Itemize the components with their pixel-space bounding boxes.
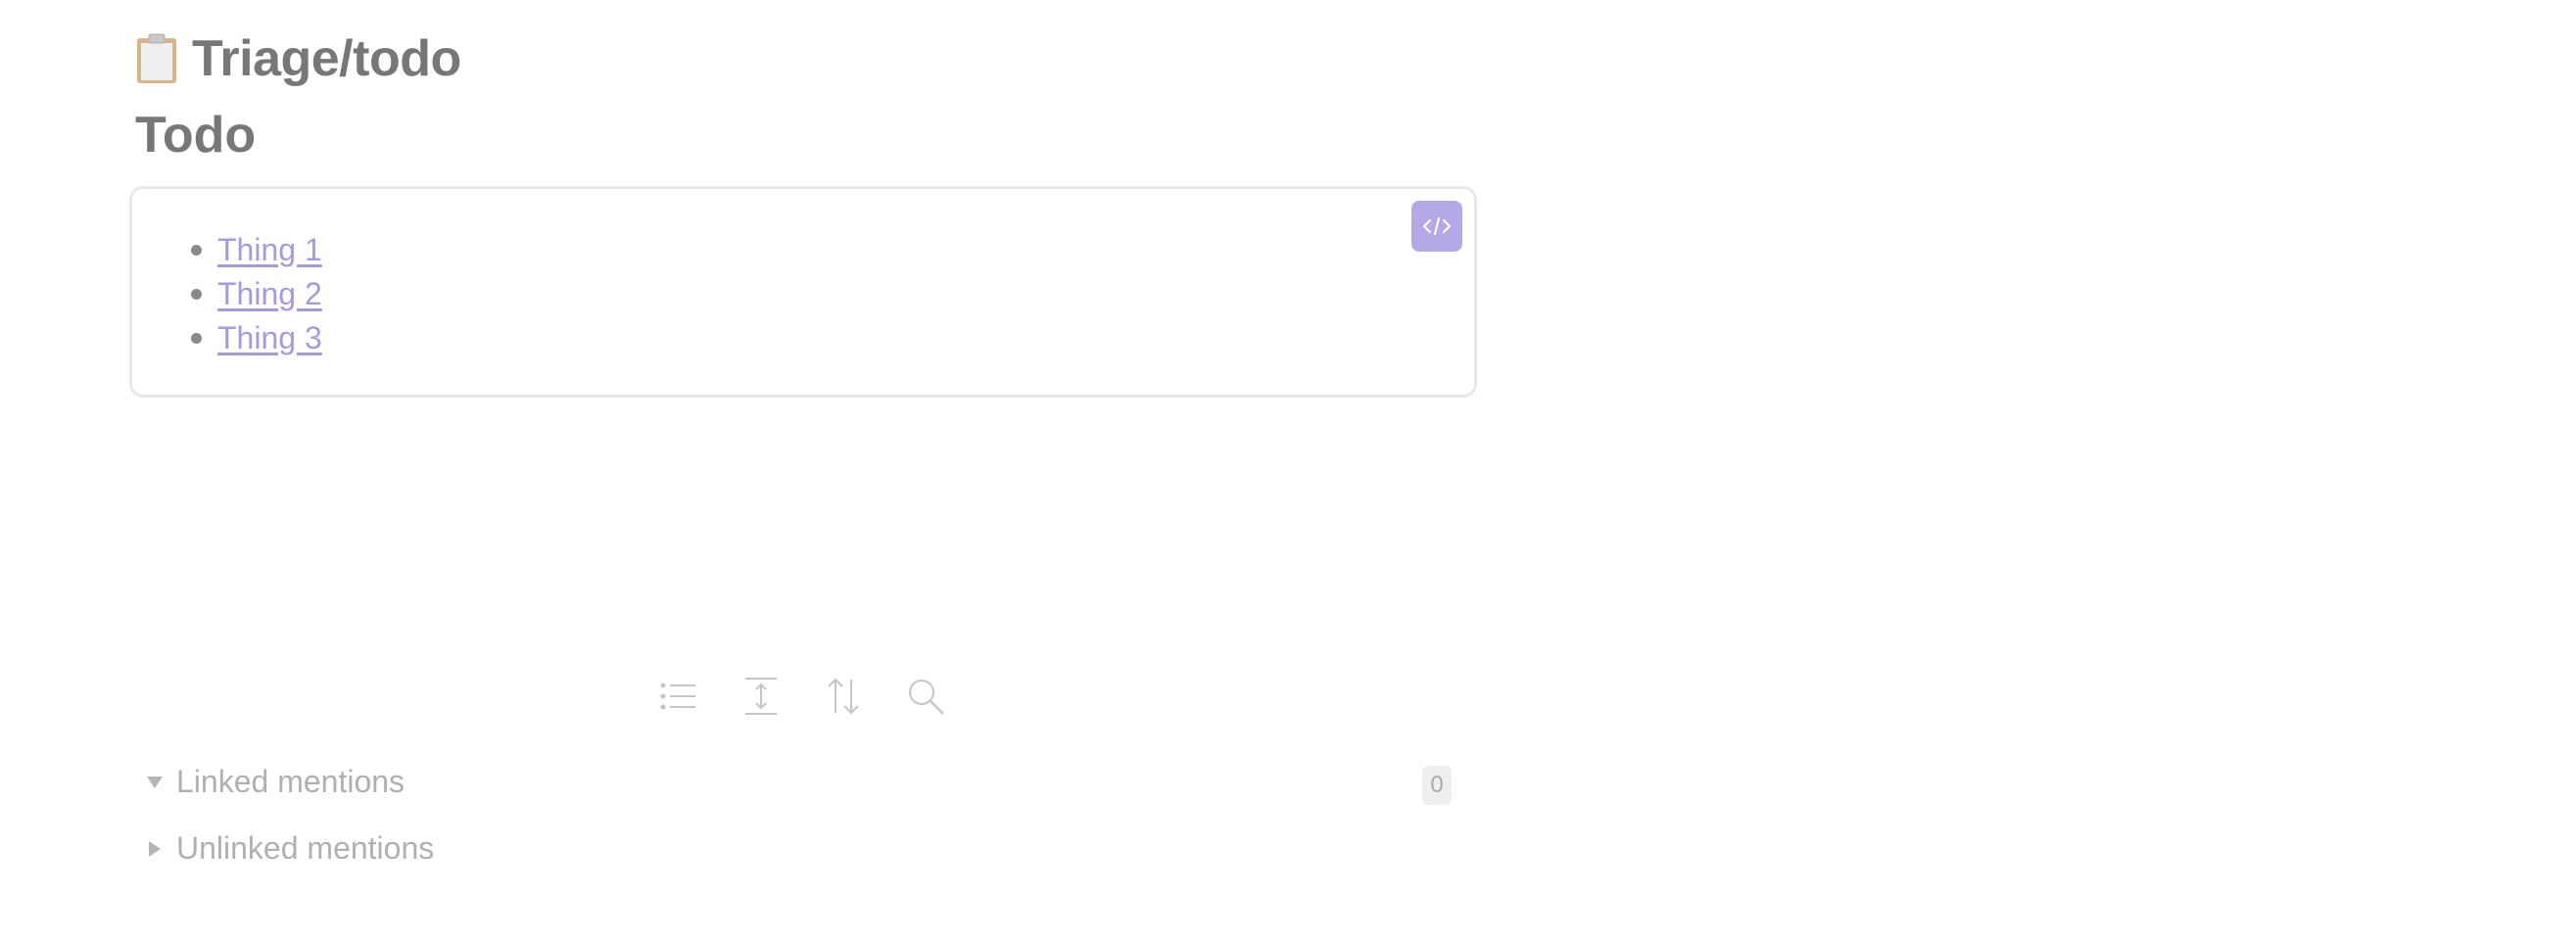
list-view-button[interactable]: [658, 676, 699, 717]
page-title-row: Triage/todo: [135, 29, 461, 88]
bullet: [191, 333, 202, 344]
list-item: Thing 3: [191, 316, 322, 360]
section-heading: Todo: [135, 107, 257, 164]
todo-list: Thing 1 Thing 2 Thing 3: [191, 228, 322, 360]
list-icon: [660, 683, 695, 710]
unlinked-mentions-label: Unlinked mentions: [176, 830, 435, 866]
linked-mentions-toggle[interactable]: Linked mentions: [147, 764, 405, 800]
todo-link-thing-3[interactable]: Thing 3: [217, 320, 322, 356]
linked-mentions-count: 0: [1422, 766, 1452, 805]
page: Triage/todo Todo Thing 1 Thing 2 Thing 3: [0, 0, 2576, 942]
caret-down-icon: [147, 776, 163, 788]
references-toolbar: [658, 676, 946, 717]
embed-card: Thing 1 Thing 2 Thing 3: [129, 186, 1477, 398]
caret-right-icon: [149, 840, 161, 857]
search-button[interactable]: [905, 676, 946, 717]
expand-height-icon: [745, 678, 777, 715]
list-item: Thing 1: [191, 228, 322, 272]
todo-link-thing-1[interactable]: Thing 1: [217, 232, 322, 268]
clipboard-icon: [135, 33, 178, 84]
bullet: [191, 289, 202, 300]
page-title: Triage/todo: [192, 30, 461, 87]
search-icon: [909, 680, 944, 715]
sort-button[interactable]: [823, 676, 864, 717]
linked-mentions-label: Linked mentions: [176, 764, 405, 799]
todo-link-thing-2[interactable]: Thing 2: [217, 276, 322, 312]
expand-all-button[interactable]: [740, 676, 782, 717]
bullet: [191, 245, 202, 256]
sort-icon: [828, 678, 859, 715]
code-toggle-button[interactable]: [1411, 201, 1462, 252]
unlinked-mentions-toggle[interactable]: Unlinked mentions: [147, 830, 434, 867]
code-icon: [1422, 216, 1452, 236]
list-item: Thing 2: [191, 272, 322, 316]
